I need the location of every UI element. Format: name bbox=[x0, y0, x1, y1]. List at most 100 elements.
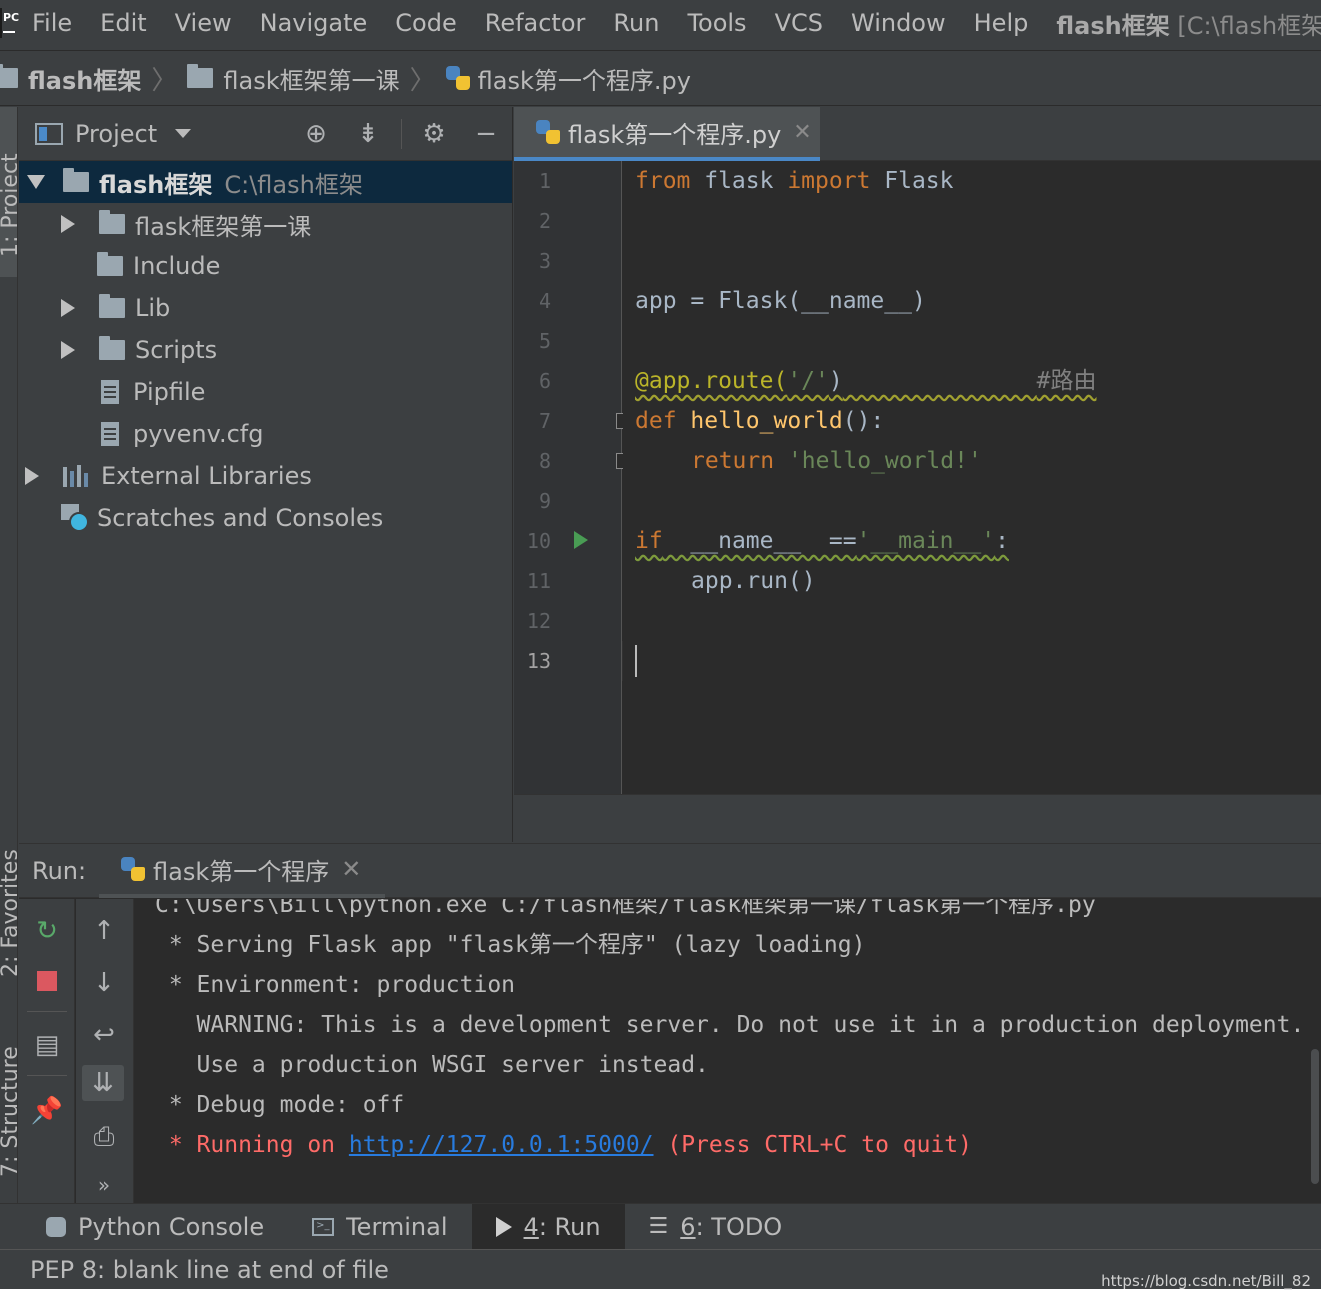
tree-item-label: flash框架 bbox=[99, 170, 213, 199]
rerun-icon[interactable]: ↻ bbox=[29, 913, 65, 949]
folder-icon bbox=[99, 336, 125, 360]
toolbar-divider bbox=[27, 1011, 67, 1012]
collapse-all-icon[interactable]: ⇟ bbox=[353, 119, 383, 149]
menu-code[interactable]: Code bbox=[395, 9, 456, 37]
tree-item-root[interactable]: flash框架 C:\flash框架 bbox=[19, 161, 512, 203]
tree-item-include[interactable]: Include bbox=[19, 245, 512, 287]
run-tab-active[interactable]: flask第一个程序 ✕ bbox=[99, 844, 385, 898]
more-icon[interactable]: » bbox=[86, 1167, 122, 1203]
arrow-down-icon[interactable]: ↓ bbox=[86, 965, 122, 1001]
tree-item-flask-lesson[interactable]: flask框架第一课 bbox=[19, 203, 512, 245]
close-icon[interactable]: ✕ bbox=[793, 120, 811, 145]
left-tool-stripe: 1: Project 2: Favorites 7: Structure bbox=[0, 107, 18, 1203]
tree-item-scratches[interactable]: Scratches and Consoles bbox=[19, 497, 512, 539]
menu-vcs[interactable]: VCS bbox=[775, 9, 823, 37]
line-number: 8 bbox=[538, 449, 551, 473]
chevron-down-icon[interactable] bbox=[175, 129, 192, 138]
console-line: WARNING: This is a development server. D… bbox=[155, 1012, 1305, 1038]
arrow-up-icon[interactable]: ↑ bbox=[86, 913, 122, 949]
tree-item-pipfile[interactable]: Pipfile bbox=[19, 371, 512, 413]
text-file-icon bbox=[101, 380, 119, 404]
tree-item-lib[interactable]: Lib bbox=[19, 287, 512, 329]
code-line-7: def hello_world(): bbox=[635, 408, 885, 434]
tree-item-label: Pipfile bbox=[133, 378, 206, 406]
menu-tools[interactable]: Tools bbox=[687, 9, 746, 37]
code-line-8: return 'hello_world!' bbox=[691, 448, 982, 474]
tree-item-path: C:\flash框架 bbox=[224, 170, 363, 199]
console-scrollbar[interactable] bbox=[1311, 1049, 1319, 1184]
line-number: 11 bbox=[526, 569, 551, 593]
console-running-prefix: * Running on bbox=[155, 1132, 349, 1158]
locate-file-icon[interactable]: ⊕ bbox=[301, 119, 331, 149]
folder-icon bbox=[99, 294, 125, 318]
tab-todo[interactable]: ☰ 6: TODO bbox=[625, 1204, 807, 1250]
server-url-link[interactable]: http://127.0.0.1:5000/ bbox=[349, 1132, 654, 1158]
menu-file[interactable]: File bbox=[32, 9, 72, 37]
chevron-right-icon[interactable] bbox=[61, 215, 77, 233]
pin-icon[interactable]: 📌 bbox=[29, 1093, 65, 1129]
run-panel-header: Run: flask第一个程序 ✕ bbox=[19, 844, 1321, 898]
line-number: 5 bbox=[538, 329, 551, 353]
line-number: 10 bbox=[526, 529, 551, 553]
structure-tool-button[interactable]: 7: Structure bbox=[0, 1007, 17, 1187]
tree-item-external-libraries[interactable]: External Libraries bbox=[19, 455, 512, 497]
project-view-selector[interactable]: Project bbox=[75, 120, 157, 148]
line-number: 9 bbox=[538, 489, 551, 513]
tree-item-scripts[interactable]: Scripts bbox=[19, 329, 512, 371]
console-line: * Environment: production bbox=[155, 972, 516, 998]
tab-label: 4: Run bbox=[523, 1212, 601, 1241]
editor-tab-active[interactable]: flask第一个程序.py ✕ bbox=[514, 107, 820, 161]
hide-panel-icon[interactable]: − bbox=[471, 119, 501, 149]
text-caret bbox=[635, 645, 637, 677]
tree-item-label: External Libraries bbox=[101, 462, 312, 490]
stop-icon[interactable] bbox=[29, 963, 65, 999]
chevron-right-icon[interactable] bbox=[61, 341, 77, 359]
layout-icon[interactable]: ▤ bbox=[29, 1027, 65, 1063]
tab-terminal[interactable]: >_ Terminal bbox=[288, 1204, 471, 1250]
python-console-icon bbox=[46, 1216, 66, 1237]
project-tool-button[interactable]: 1: Project bbox=[0, 107, 17, 277]
scroll-to-end-icon[interactable]: ⇊ bbox=[82, 1065, 124, 1101]
menu-help[interactable]: Help bbox=[974, 9, 1029, 37]
print-icon[interactable]: ⎙ bbox=[86, 1119, 122, 1155]
tree-item-label: flask框架第一课 bbox=[135, 212, 312, 241]
chevron-right-icon[interactable] bbox=[61, 299, 77, 317]
code-area[interactable]: from flask import Flask app = Flask(__na… bbox=[623, 161, 1321, 794]
menu-run[interactable]: Run bbox=[613, 9, 659, 37]
run-toolbar-secondary: ↑ ↓ ↩ ⇊ ⎙ » bbox=[76, 899, 134, 1204]
menu-navigate[interactable]: Navigate bbox=[260, 9, 368, 37]
line-number: 13 bbox=[526, 649, 551, 673]
run-panel-label: Run: bbox=[32, 856, 87, 885]
tree-item-pyvenv[interactable]: pyvenv.cfg bbox=[19, 413, 512, 455]
project-tree: flash框架 C:\flash框架 flask框架第一课 Include Li… bbox=[19, 161, 512, 539]
code-line-4: app = Flask(__name__) bbox=[635, 288, 926, 314]
menu-window[interactable]: Window bbox=[851, 9, 946, 37]
line-gutter: 1 2 3 4 5 6 7 8 9 10 11 12 13 bbox=[514, 161, 630, 794]
tab-label: 6: TODO bbox=[680, 1212, 783, 1241]
line-number: 7 bbox=[538, 409, 551, 433]
line-number: 4 bbox=[538, 289, 551, 313]
close-icon[interactable]: ✕ bbox=[341, 855, 361, 883]
folder-icon bbox=[187, 64, 214, 88]
menu-edit[interactable]: Edit bbox=[100, 9, 146, 37]
gear-icon[interactable]: ⚙ bbox=[419, 119, 449, 149]
menu-view[interactable]: View bbox=[175, 9, 232, 37]
menu-refactor[interactable]: Refactor bbox=[485, 9, 586, 37]
chevron-right-icon[interactable] bbox=[25, 467, 41, 485]
chevron-down-icon[interactable] bbox=[27, 175, 45, 189]
editor-footer bbox=[514, 794, 1321, 842]
console-output[interactable]: C:\Users\Bill\python.exe C:/flash框架/flas… bbox=[135, 899, 1321, 1204]
breadcrumb: flash框架 〉 flask框架第一课 〉 flask第一个程序.py bbox=[0, 50, 1321, 106]
breadcrumb-item-file[interactable]: flask第一个程序.py bbox=[445, 61, 691, 96]
run-gutter-icon[interactable] bbox=[574, 531, 588, 549]
favorites-tool-button[interactable]: 2: Favorites bbox=[0, 807, 17, 987]
breadcrumb-item-root[interactable]: flash框架 bbox=[0, 61, 141, 96]
python-file-icon bbox=[445, 66, 470, 90]
line-number: 1 bbox=[538, 169, 551, 193]
folder-icon bbox=[0, 64, 18, 88]
breadcrumb-item-folder[interactable]: flask框架第一课 bbox=[187, 61, 400, 96]
soft-wrap-icon[interactable]: ↩ bbox=[86, 1017, 122, 1053]
tab-python-console[interactable]: Python Console bbox=[0, 1204, 288, 1250]
tab-run[interactable]: 4: Run bbox=[471, 1203, 625, 1250]
tree-item-label: Scripts bbox=[135, 336, 218, 364]
